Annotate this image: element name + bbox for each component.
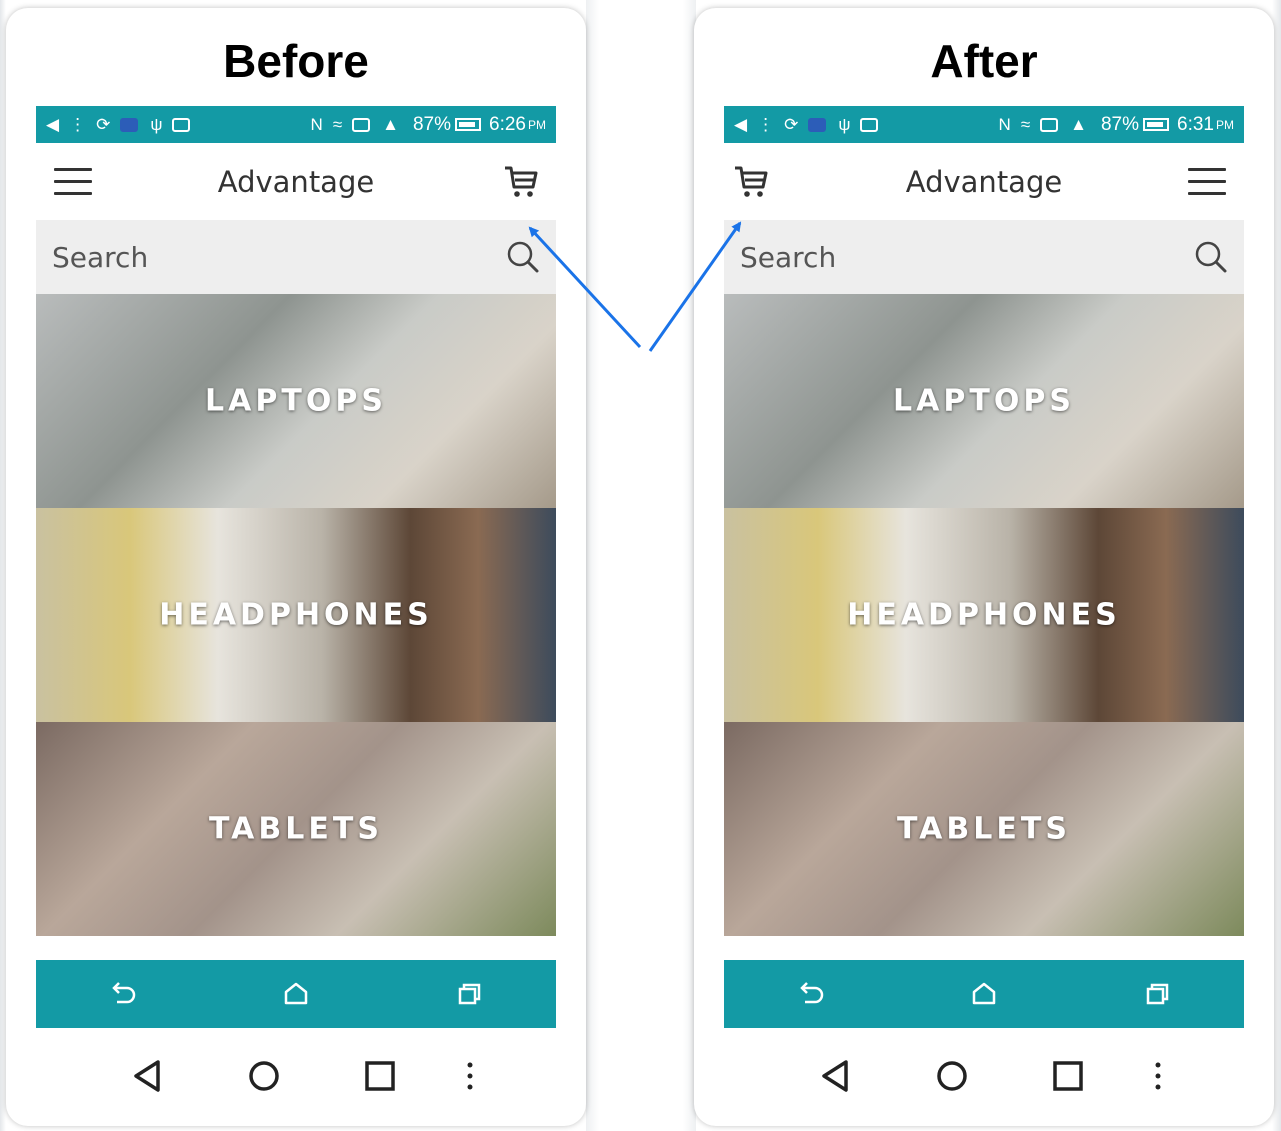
search-input[interactable] <box>740 240 1140 274</box>
clock-suffix: PM <box>1216 117 1234 132</box>
category-laptops[interactable]: LAPTOPS <box>36 294 556 508</box>
category-label: HEADPHONES <box>159 597 433 633</box>
recents-square-icon[interactable] <box>360 1056 400 1096</box>
back-triangle-icon[interactable] <box>128 1056 168 1096</box>
wifi-icon: ≈ <box>332 115 343 134</box>
wifi-icon: ≈ <box>1020 115 1031 134</box>
cast-icon <box>1040 117 1059 132</box>
phone-screen: ◀ ⋮ ⟳ ψ N ≈ ▲ 87% 6:26 PM Advantage Sear… <box>36 106 556 1028</box>
category-tablets[interactable]: TABLETS <box>724 722 1244 936</box>
category-label: LAPTOPS <box>893 383 1075 419</box>
clock-time: 6:26 <box>489 113 526 135</box>
clock-suffix: PM <box>528 117 546 132</box>
more-dots-icon[interactable] <box>450 1056 490 1096</box>
search-bar <box>724 220 1244 294</box>
app-bar: Advantage <box>724 143 1244 220</box>
phone-nav-buttons <box>36 1038 556 1108</box>
battery-icon <box>455 118 482 131</box>
recents-square-icon[interactable] <box>1048 1056 1088 1096</box>
battery-percent: 87% <box>1100 113 1140 135</box>
notification-icon: ◀ <box>734 115 748 134</box>
category-headphones[interactable]: HEADPHONES <box>724 508 1244 722</box>
search-icon[interactable] <box>506 240 540 274</box>
home-icon[interactable] <box>964 974 1004 1014</box>
usb-icon: ψ <box>838 115 851 134</box>
before-panel: Before ◀ ⋮ ⟳ ψ N ≈ ▲ 87% 6:26 PM Advanta… <box>6 8 586 1126</box>
app-nav-bar <box>724 960 1244 1028</box>
category-tablets[interactable]: TABLETS <box>36 722 556 936</box>
phone-nav-buttons <box>724 1038 1244 1108</box>
nfc-icon: N <box>998 115 1011 134</box>
cell-signal-icon: ▲ <box>382 115 399 134</box>
app-nav-bar <box>36 960 556 1028</box>
back-triangle-icon[interactable] <box>816 1056 856 1096</box>
search-input[interactable] <box>52 240 452 274</box>
cart-icon[interactable] <box>502 163 540 201</box>
nfc-icon: N <box>310 115 323 134</box>
home-icon[interactable] <box>276 974 316 1014</box>
category-label: TABLETS <box>209 811 383 847</box>
cell-signal-icon: ▲ <box>1070 115 1087 134</box>
battery-icon <box>1143 118 1170 131</box>
back-icon[interactable] <box>791 974 831 1014</box>
panel-title: Before <box>223 35 369 87</box>
app-bar: Advantage <box>36 143 556 220</box>
more-dots-icon[interactable] <box>1138 1056 1178 1096</box>
app-icon <box>120 117 139 132</box>
home-circle-icon[interactable] <box>244 1056 284 1096</box>
signal-bars-icon: ⋮ <box>69 115 87 134</box>
sync-icon: ⟳ <box>96 115 111 134</box>
category-label: HEADPHONES <box>847 597 1121 633</box>
app-title: Advantage <box>217 165 375 199</box>
screenshot-icon <box>860 117 879 132</box>
phone-screen: ◀ ⋮ ⟳ ψ N ≈ ▲ 87% 6:31 PM Advantage Sear… <box>724 106 1244 1028</box>
usb-icon: ψ <box>150 115 163 134</box>
sync-icon: ⟳ <box>784 115 799 134</box>
category-label: LAPTOPS <box>205 383 387 419</box>
panel-title: After <box>930 35 1038 87</box>
back-icon[interactable] <box>103 974 143 1014</box>
search-bar <box>36 220 556 294</box>
battery-percent: 87% <box>412 113 452 135</box>
search-icon[interactable] <box>1194 240 1228 274</box>
clock-time: 6:31 <box>1177 113 1214 135</box>
status-bar: ◀ ⋮ ⟳ ψ N ≈ ▲ 87% 6:26 PM <box>36 106 556 143</box>
recents-icon[interactable] <box>1137 974 1177 1014</box>
notification-icon: ◀ <box>46 115 60 134</box>
after-panel: After ◀ ⋮ ⟳ ψ N ≈ ▲ 87% 6:31 PM Advantag… <box>694 8 1274 1126</box>
category-laptops[interactable]: LAPTOPS <box>724 294 1244 508</box>
cast-icon <box>352 117 371 132</box>
hamburger-icon[interactable] <box>1188 168 1226 196</box>
category-label: TABLETS <box>897 811 1071 847</box>
home-circle-icon[interactable] <box>932 1056 972 1096</box>
app-title: Advantage <box>905 165 1063 199</box>
recents-icon[interactable] <box>449 974 489 1014</box>
category-headphones[interactable]: HEADPHONES <box>36 508 556 722</box>
status-bar: ◀ ⋮ ⟳ ψ N ≈ ▲ 87% 6:31 PM <box>724 106 1244 143</box>
app-icon <box>808 117 827 132</box>
screenshot-icon <box>172 117 191 132</box>
signal-bars-icon: ⋮ <box>757 115 775 134</box>
